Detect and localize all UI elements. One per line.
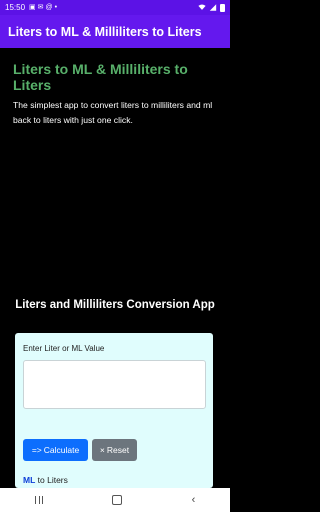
arrow-icon: => <box>31 445 42 455</box>
at-icon: @ <box>45 4 53 11</box>
input-label: Enter Liter or ML Value <box>23 344 105 353</box>
reset-button[interactable]: × Reset <box>92 439 137 461</box>
dot-icon: • <box>54 4 58 11</box>
unit-rest: to Liters <box>35 475 68 485</box>
calculate-button[interactable]: => Calculate <box>23 439 88 461</box>
signal-icon <box>209 4 217 11</box>
status-time: 15:50 <box>5 3 26 12</box>
app-title: Liters to ML & Milliliters to Liters <box>8 24 202 39</box>
converter-panel: Enter Liter or ML Value => Calculate × R… <box>15 333 213 488</box>
close-icon: × <box>99 445 105 455</box>
email-icon: ✉ <box>37 4 44 11</box>
intro-title: Liters to ML & Milliliters to Liters <box>13 61 188 93</box>
wifi-icon <box>198 4 206 10</box>
back-icon[interactable]: ‹ <box>192 494 196 506</box>
conversion-mode[interactable]: ML to Liters <box>23 475 68 485</box>
intro-description: The simplest app to convert liters to mi… <box>13 100 213 125</box>
unit-ml: ML <box>23 475 36 485</box>
app-bar: Liters to ML & Milliliters to Liters <box>0 15 230 48</box>
reset-label: Reset <box>106 445 130 455</box>
system-icons <box>198 3 225 12</box>
calculate-label: Calculate <box>43 445 80 455</box>
navigation-bar: ‹ <box>0 488 230 512</box>
notification-icons: ▣ ✉ @ • <box>29 4 57 11</box>
status-bar: 15:50 ▣ ✉ @ • <box>0 0 230 15</box>
home-icon[interactable] <box>112 495 123 505</box>
value-input[interactable] <box>23 360 206 409</box>
image-icon: ▣ <box>29 4 36 11</box>
converter-heading: Liters and Milliliters Conversion App <box>15 299 215 311</box>
battery-icon <box>220 3 225 12</box>
recent-apps-icon[interactable] <box>34 496 43 504</box>
